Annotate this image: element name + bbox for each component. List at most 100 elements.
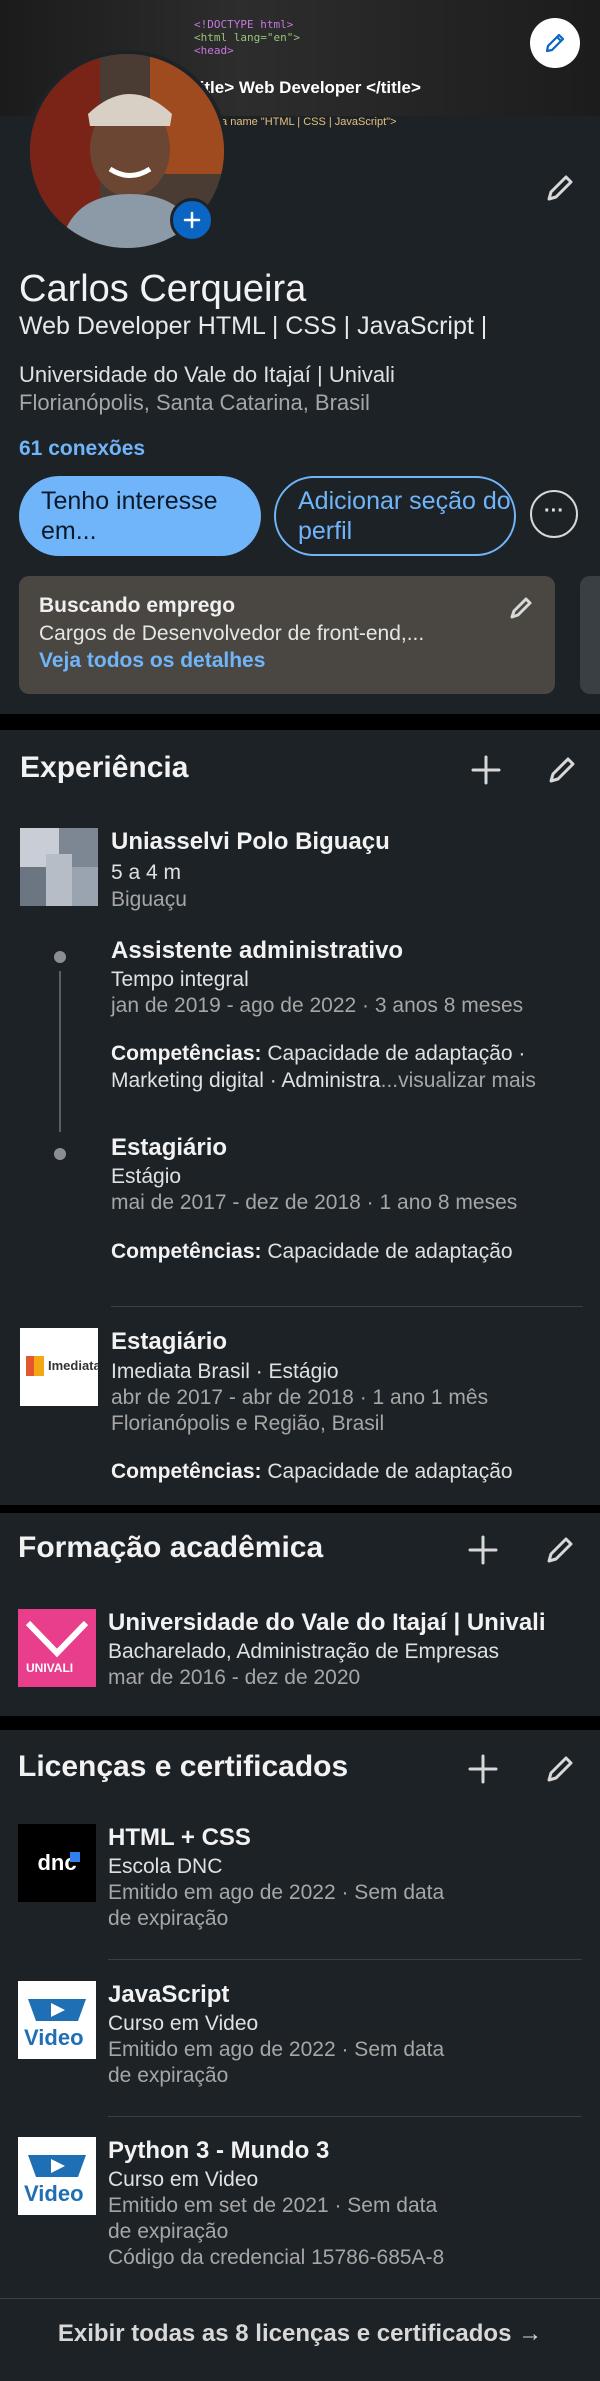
- experience-section: Experiência Uniasselvi Polo Biguaçu 5 a …: [0, 730, 600, 1505]
- role-location: Florianópolis e Região, Brasil: [111, 1412, 385, 1435]
- imediata-logo-text: Imediata: [48, 1358, 98, 1373]
- plus-icon: [468, 1535, 498, 1565]
- skills-label: Competências:: [111, 1042, 262, 1065]
- role-type: Tempo integral: [111, 968, 249, 991]
- role-skills: Competências: Capacidade de adaptação ·: [111, 1042, 525, 1066]
- timeline-dot: [54, 951, 66, 963]
- add-education-button[interactable]: [463, 1530, 503, 1570]
- divider: [108, 2116, 582, 2117]
- skills-text: Marketing digital · Administra: [111, 1069, 381, 1092]
- open-to-work-desc: Cargos de Desenvolvedor de front-end,...: [39, 622, 425, 645]
- role-company: Imediata Brasil · Estágio: [111, 1360, 339, 1383]
- pencil-icon: [547, 175, 573, 201]
- degree: Bacharelado, Administração de Empresas: [108, 1640, 500, 1663]
- plus-icon: [471, 755, 501, 785]
- company-location: Biguaçu: [111, 888, 187, 911]
- license-issued: Emitido em ago de 2022 · Sem data: [108, 1881, 445, 1904]
- univali-logo-text: UNIVALI: [26, 1661, 74, 1675]
- plus-icon: [468, 1754, 498, 1784]
- connections-link[interactable]: 61 conexões: [19, 437, 145, 461]
- school-name[interactable]: Universidade do Vale do Itajaí | Univali: [108, 1609, 546, 1637]
- skills-text: Capacidade de adaptação: [261, 1240, 513, 1263]
- license-issuer: Curso em Video: [108, 2168, 259, 2191]
- edit-banner-button[interactable]: [530, 18, 580, 68]
- add-experience-button[interactable]: [466, 750, 506, 790]
- open-to-work-title: Buscando emprego: [39, 594, 236, 617]
- profile-name: Carlos Cerqueira: [19, 268, 307, 310]
- edit-experience-button[interactable]: [542, 750, 582, 790]
- education-dates: mar de 2016 - dez de 2020: [108, 1666, 361, 1689]
- license-credential: Código da credencial 15786-685A-8: [108, 2246, 445, 2269]
- open-to-work-link[interactable]: Veja todos os detalhes: [39, 649, 265, 673]
- role-title[interactable]: Estagiário: [111, 1328, 227, 1356]
- pencil-icon: [547, 1756, 573, 1782]
- license-issued: Emitido em ago de 2022 · Sem data: [108, 2038, 445, 2061]
- license-name[interactable]: HTML + CSS: [108, 1824, 251, 1852]
- show-all-licenses-button[interactable]: Exibir todas as 8 licenças e certificado…: [0, 2320, 600, 2348]
- cursoemvideo-logo[interactable]: Video: [18, 2137, 96, 2215]
- role-skills: Competências: Capacidade de adaptação: [111, 1460, 513, 1484]
- education-section: Formação acadêmica UNIVALI Universidade …: [0, 1513, 600, 1716]
- interest-button-label: Tenho interesse em...: [41, 487, 218, 545]
- role-skills: Competências: Capacidade de adaptação: [111, 1240, 513, 1264]
- license-name[interactable]: Python 3 - Mundo 3: [108, 2137, 329, 2165]
- experience-title: Experiência: [20, 751, 189, 784]
- banner-code: <!DOCTYPE html> <html lang="en"> <head>: [194, 18, 300, 57]
- role-title[interactable]: Estagiário: [111, 1134, 227, 1162]
- banner-meta-line: ta name "HTML | CSS | JavaScript">: [218, 116, 397, 128]
- add-section-button-label: Adicionar seção do perfil: [298, 487, 511, 545]
- profile-card: <!DOCTYPE html> <html lang="en"> <head> …: [0, 0, 600, 714]
- univali-logo[interactable]: UNIVALI: [18, 1609, 96, 1687]
- univali-mark: [25, 1620, 89, 1658]
- add-license-button[interactable]: [463, 1749, 503, 1789]
- license-issued: Emitido em set de 2021 · Sem data: [108, 2194, 438, 2217]
- divider: [111, 1306, 583, 1307]
- next-card-peek[interactable]: [580, 576, 600, 694]
- licenses-title: Licenças e certificados: [18, 1750, 349, 1783]
- add-photo-button[interactable]: [170, 198, 214, 242]
- skills-text: Capacidade de adaptação ·: [261, 1042, 526, 1065]
- more-button[interactable]: ···: [530, 490, 578, 538]
- see-more-link[interactable]: ...visualizar mais: [381, 1069, 536, 1092]
- profile-location: Florianópolis, Santa Catarina, Brasil: [19, 390, 370, 415]
- cursoemvideo-logo[interactable]: Video: [18, 1981, 96, 2059]
- video-logo-text: Video: [24, 2025, 84, 2050]
- video-logo-text: Video: [24, 2181, 84, 2206]
- license-issued-cont: de expiração: [108, 1907, 229, 1930]
- education-title: Formação acadêmica: [18, 1531, 324, 1564]
- pencil-icon: [510, 597, 532, 619]
- license-issued-cont: de expiração: [108, 2220, 229, 2243]
- edit-open-to-work-button[interactable]: [501, 588, 541, 628]
- role-dates: jan de 2019 - ago de 2022 · 3 anos 8 mes…: [111, 994, 524, 1017]
- banner-code-line: <html lang="en">: [194, 31, 300, 44]
- role-title[interactable]: Assistente administrativo: [111, 937, 403, 965]
- uniasselvi-logo[interactable]: [20, 828, 98, 906]
- license-name[interactable]: JavaScript: [108, 1981, 229, 2009]
- banner-title-line: title> Web Developer </title>: [194, 78, 421, 97]
- edit-intro-button[interactable]: [540, 168, 580, 208]
- interest-button[interactable]: Tenho interesse em...: [19, 476, 261, 556]
- more-icon: ···: [544, 499, 564, 522]
- license-issuer: Curso em Video: [108, 2012, 259, 2035]
- role-dates: abr de 2017 - abr de 2018 · 1 ano 1 mês: [111, 1386, 489, 1409]
- open-to-work-card[interactable]: Buscando emprego Cargos de Desenvolvedor…: [19, 576, 555, 694]
- divider: [108, 1959, 582, 1960]
- company-name[interactable]: Uniasselvi Polo Biguaçu: [111, 828, 390, 856]
- skills-text: Capacidade de adaptação: [261, 1460, 513, 1483]
- timeline-dot: [54, 1148, 66, 1160]
- edit-licenses-button[interactable]: [540, 1749, 580, 1789]
- role-type: Estágio: [111, 1165, 182, 1188]
- add-section-button[interactable]: Adicionar seção do perfil: [274, 476, 516, 556]
- imediata-logo[interactable]: Imediata: [20, 1328, 98, 1406]
- banner-code-line: <!DOCTYPE html>: [194, 18, 294, 31]
- pencil-icon: [545, 33, 565, 53]
- license-issued-cont: de expiração: [108, 2064, 229, 2087]
- company-duration: 5 a 4 m: [111, 861, 182, 884]
- edit-education-button[interactable]: [540, 1530, 580, 1570]
- dnc-logo[interactable]: dnc: [18, 1824, 96, 1902]
- profile-headline: Web Developer HTML | CSS | JavaScript |: [19, 312, 488, 340]
- licenses-section: Licenças e certificados dnc HTML + CSS E…: [0, 1730, 600, 2381]
- pencil-icon: [549, 757, 575, 783]
- timeline-line: [59, 971, 61, 1132]
- profile-education[interactable]: Universidade do Vale do Itajaí | Univali: [19, 362, 395, 388]
